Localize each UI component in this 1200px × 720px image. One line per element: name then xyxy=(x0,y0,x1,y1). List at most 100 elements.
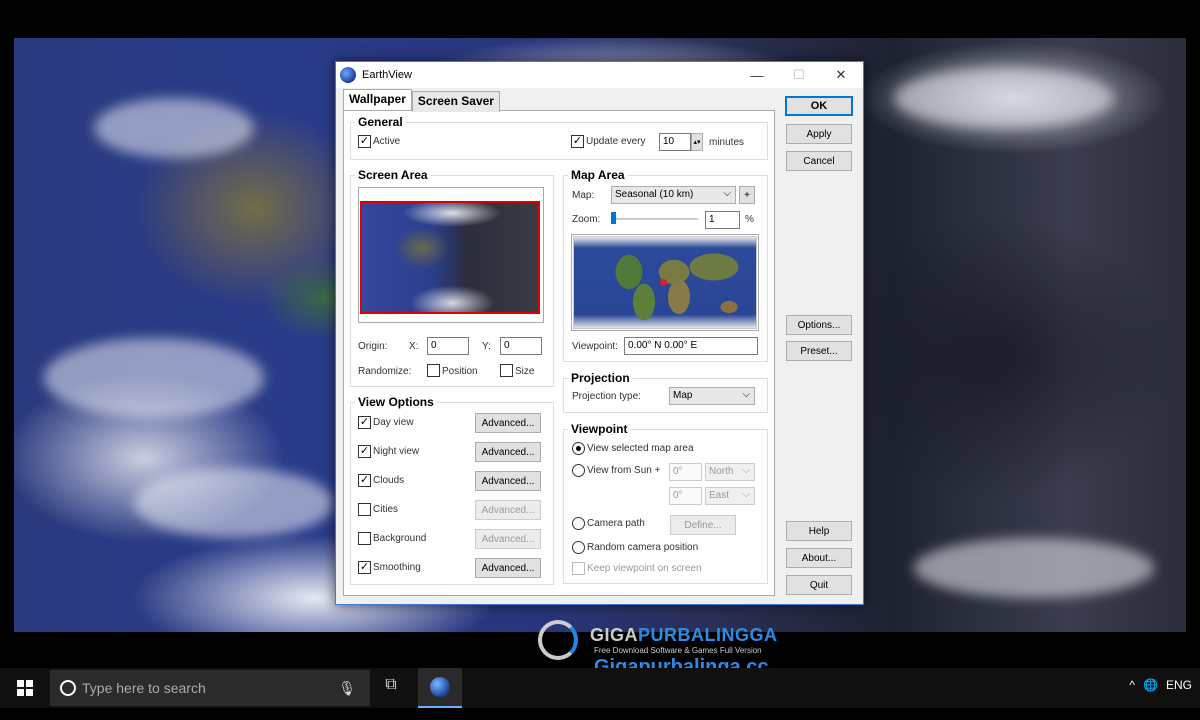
watermark-brand-a: GIGA xyxy=(590,625,639,645)
taskbar-earthview-app[interactable] xyxy=(418,668,462,708)
chevron-down-icon: ⌵ xyxy=(742,465,750,476)
sun-direction-2-select[interactable]: East ⌵ xyxy=(705,487,755,505)
zoom-input[interactable]: 1 xyxy=(705,211,740,229)
viewpoint-title: Viewpoint xyxy=(568,422,631,436)
map-label: Map: xyxy=(572,190,595,201)
smoothing-checkbox[interactable]: ✓ xyxy=(358,561,371,574)
tab-strip: Wallpaper Screen Saver xyxy=(343,89,500,112)
viewpoint-input[interactable]: 0.00° N 0.00° E xyxy=(624,337,758,355)
microphone-icon[interactable]: 🎙 xyxy=(338,680,356,697)
define-button[interactable]: Define... xyxy=(670,515,736,535)
smoothing-label: Smoothing xyxy=(373,562,421,573)
view-selected-label: View selected map area xyxy=(587,443,694,454)
taskbar-search-box[interactable]: Type here to search 🎙 xyxy=(50,670,370,706)
camera-path-label: Camera path xyxy=(587,518,645,529)
background-checkbox[interactable] xyxy=(358,532,371,545)
options-button[interactable]: Options... xyxy=(786,315,852,335)
update-checkbox[interactable]: ✓ xyxy=(571,135,584,148)
origin-x-input[interactable]: 0 xyxy=(427,337,469,355)
randomize-position-label: Position xyxy=(442,366,478,377)
smoothing-advanced-button[interactable]: Advanced... xyxy=(475,558,541,578)
map-select[interactable]: Seasonal (10 km) ⌵ xyxy=(611,186,736,204)
day-view-checkbox[interactable]: ✓ xyxy=(358,416,371,429)
update-interval-spinner[interactable]: ▴▾ xyxy=(691,133,703,151)
preset-button[interactable]: Preset... xyxy=(786,341,852,361)
background-advanced-button[interactable]: Advanced... xyxy=(475,529,541,549)
zoom-slider-track[interactable] xyxy=(612,218,698,220)
clouds-checkbox[interactable]: ✓ xyxy=(358,474,371,487)
view-selected-radio[interactable] xyxy=(572,442,585,455)
start-button[interactable] xyxy=(0,668,50,708)
screen-preview[interactable] xyxy=(360,201,540,314)
update-interval-input[interactable]: 10 xyxy=(659,133,691,151)
general-title: General xyxy=(355,115,406,129)
general-group: General xyxy=(350,115,768,160)
sun-degree-2-input[interactable]: 0° xyxy=(669,487,702,505)
active-label: Active xyxy=(373,136,401,147)
projection-title: Projection xyxy=(568,371,633,385)
y-label: Y: xyxy=(482,341,491,352)
ok-button[interactable]: OK xyxy=(785,96,853,116)
origin-label: Origin: xyxy=(358,341,388,352)
chevron-up-icon[interactable]: ^ xyxy=(1129,678,1135,692)
about-button[interactable]: About... xyxy=(786,548,852,568)
watermark-tagline: Free Download Software & Games Full Vers… xyxy=(594,646,762,655)
network-globe-icon[interactable]: 🌐 xyxy=(1143,678,1158,692)
zoom-slider-thumb[interactable] xyxy=(611,212,616,224)
background-label: Background xyxy=(373,533,427,544)
cities-checkbox[interactable] xyxy=(358,503,371,516)
watermark-brand-b: PURBALINGGA xyxy=(638,625,778,645)
earth-app-icon xyxy=(340,67,356,83)
minutes-label: minutes xyxy=(709,137,745,148)
zoom-label: Zoom: xyxy=(572,214,601,225)
cities-advanced-button[interactable]: Advanced... xyxy=(475,500,541,520)
night-view-checkbox[interactable]: ✓ xyxy=(358,445,371,458)
cortana-icon xyxy=(60,680,76,696)
map-select-value: Seasonal (10 km) xyxy=(615,189,694,200)
night-view-advanced-button[interactable]: Advanced... xyxy=(475,442,541,462)
randomize-position-checkbox[interactable] xyxy=(427,364,440,377)
maximize-button[interactable]: ☐ xyxy=(777,62,821,88)
randomize-label: Randomize: xyxy=(358,366,412,377)
night-view-label: Night view xyxy=(373,446,420,457)
day-view-advanced-button[interactable]: Advanced... xyxy=(475,413,541,433)
chevron-down-icon: ⌵ xyxy=(742,389,750,400)
minimize-button[interactable]: — xyxy=(735,62,779,88)
window-title: EarthView xyxy=(362,69,412,81)
tab-screen-saver[interactable]: Screen Saver xyxy=(411,91,500,112)
close-button[interactable]: ✕ xyxy=(819,62,863,88)
help-button[interactable]: Help xyxy=(786,521,852,541)
screen: EarthView — ☐ ✕ Wallpaper Screen Saver G… xyxy=(0,0,1200,720)
sun-direction-2-value: East xyxy=(709,490,730,501)
keep-viewpoint-label: Keep viewpoint on screen xyxy=(587,563,702,574)
title-bar[interactable]: EarthView — ☐ ✕ xyxy=(336,62,863,88)
sun-direction-1-value: North xyxy=(709,466,734,477)
zoom-unit: % xyxy=(745,214,754,225)
camera-path-radio[interactable] xyxy=(572,517,585,530)
language-indicator[interactable]: ENG xyxy=(1166,678,1192,692)
randomize-size-label: Size xyxy=(515,366,535,377)
projection-type-select[interactable]: Map ⌵ xyxy=(669,387,755,405)
viewpoint-marker[interactable] xyxy=(660,279,667,286)
apply-button[interactable]: Apply xyxy=(786,124,852,144)
add-map-button[interactable]: + xyxy=(739,186,755,204)
tab-wallpaper[interactable]: Wallpaper xyxy=(343,89,412,110)
randomize-size-checkbox[interactable] xyxy=(500,364,513,377)
random-camera-radio[interactable] xyxy=(572,541,585,554)
origin-y-input[interactable]: 0 xyxy=(500,337,542,355)
projection-type-label: Projection type: xyxy=(572,391,641,402)
view-from-sun-radio[interactable] xyxy=(572,464,585,477)
keep-viewpoint-checkbox[interactable] xyxy=(572,562,585,575)
active-checkbox[interactable]: ✓ xyxy=(358,135,371,148)
chevron-down-icon: ⌵ xyxy=(742,489,750,500)
projection-type-value: Map xyxy=(673,390,693,401)
earth-icon xyxy=(430,677,450,697)
task-view-icon[interactable]: ⧉ xyxy=(380,676,402,698)
cancel-button[interactable]: Cancel xyxy=(786,151,852,171)
sun-degree-1-input[interactable]: 0° xyxy=(669,463,702,481)
clouds-advanced-button[interactable]: Advanced... xyxy=(475,471,541,491)
cities-label: Cities xyxy=(373,504,399,515)
quit-button[interactable]: Quit xyxy=(786,575,852,595)
random-camera-label: Random camera position xyxy=(587,542,699,553)
sun-direction-1-select[interactable]: North ⌵ xyxy=(705,463,755,481)
